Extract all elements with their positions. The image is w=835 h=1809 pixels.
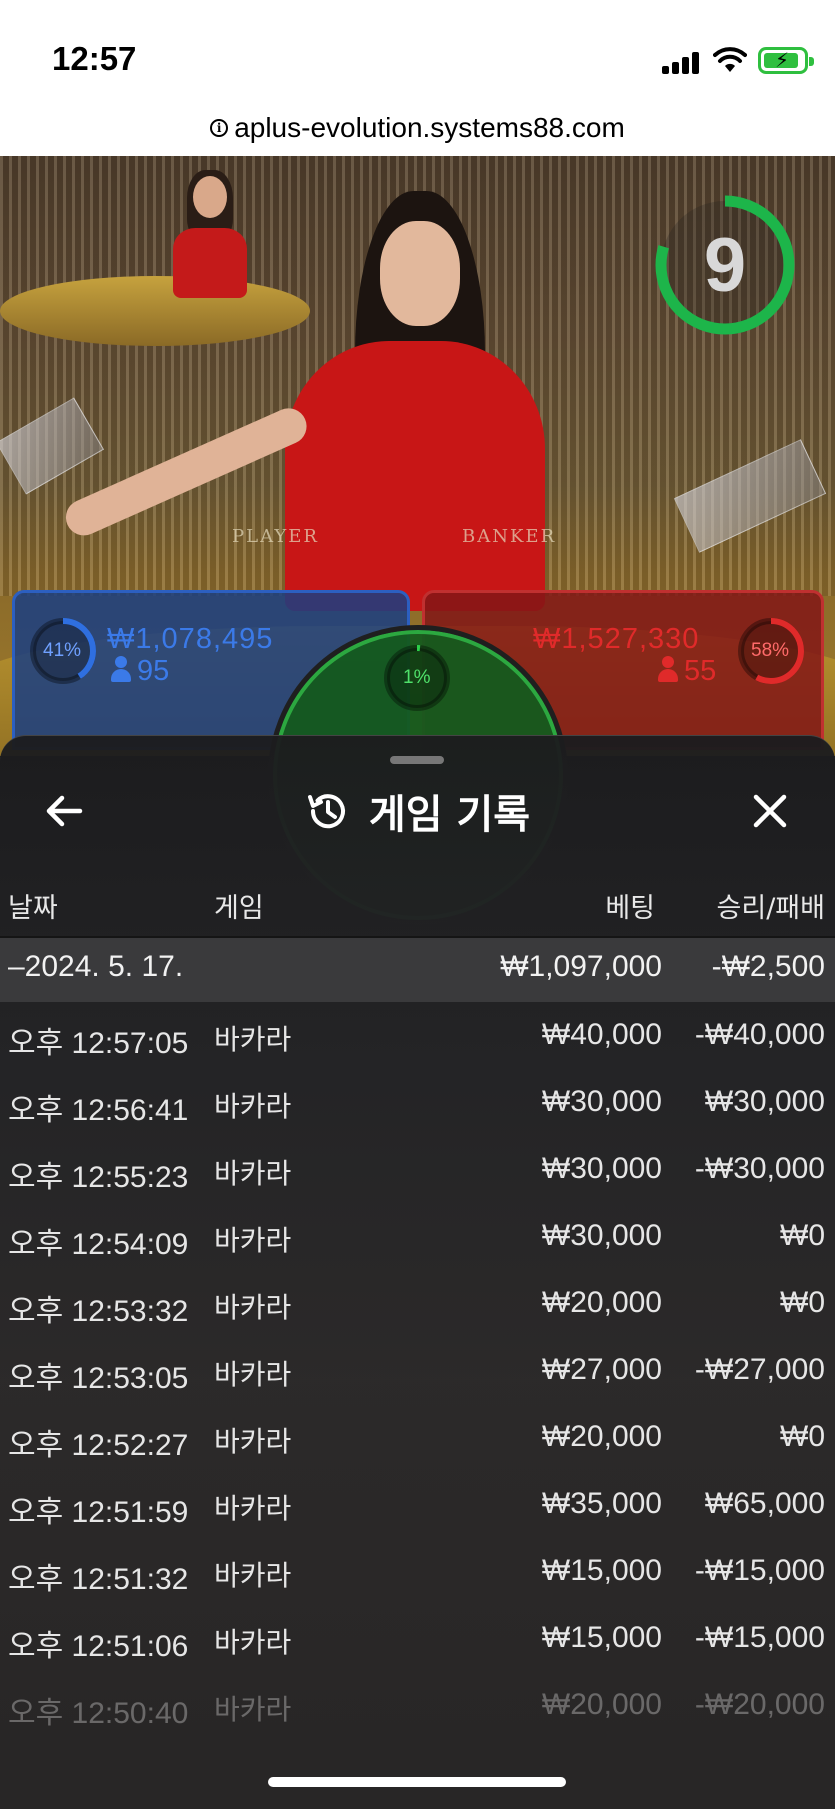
row-game: 바카라 xyxy=(214,1559,292,1592)
history-row[interactable]: 오후 12:55:23 바카라 ₩30,000 -₩30,000 xyxy=(0,1136,835,1203)
app-root: 12:57 ⚡ i aplus-evolution.systems88.com … xyxy=(0,0,835,1809)
column-header-result: 승리/패배 xyxy=(716,893,825,924)
timer-value: 9 xyxy=(703,222,747,308)
row-bet: ₩20,000 xyxy=(541,1286,662,1319)
dealer xyxy=(60,191,575,611)
player-count-value: 95 xyxy=(137,655,170,687)
row-time: 오후 12:56:41 xyxy=(8,1094,189,1127)
history-row[interactable]: 오후 12:51:32 바카라 ₩15,000 -₩15,000 xyxy=(0,1538,835,1605)
row-time: 오후 12:50:40 xyxy=(8,1697,189,1730)
history-row[interactable]: 오후 12:56:41 바카라 ₩30,000 ₩30,000 xyxy=(0,1069,835,1136)
panel-header: 게임 기록 xyxy=(0,776,835,846)
banker-percent: 58% xyxy=(751,640,790,661)
row-bet: ₩40,000 xyxy=(541,1018,662,1051)
game-history-panel: 게임 기록 날짜 게임 베팅 승리/패배 –2024. 5. 17. ₩1,09… xyxy=(0,735,835,1809)
history-row[interactable]: 오후 12:52:27 바카라 ₩20,000 ₩0 xyxy=(0,1404,835,1471)
background-dealer xyxy=(165,170,255,298)
column-header-bet: 베팅 xyxy=(605,893,655,924)
row-game: 바카라 xyxy=(214,1626,292,1659)
row-time: 오후 12:53:05 xyxy=(8,1362,189,1395)
cellular-signal-icon xyxy=(662,52,700,74)
row-time: 오후 12:53:32 xyxy=(8,1295,189,1328)
row-result: ₩65,000 xyxy=(704,1487,825,1520)
tie-percent: 1% xyxy=(403,667,431,688)
banker-count-value: 55 xyxy=(684,655,717,687)
banker-total-amount: ₩1,527,330 xyxy=(533,623,700,655)
row-game: 바카라 xyxy=(214,1492,292,1525)
status-bar: 12:57 ⚡ xyxy=(0,0,835,100)
history-icon xyxy=(307,794,345,829)
row-bet: ₩15,000 xyxy=(541,1554,662,1587)
wifi-icon xyxy=(713,47,747,72)
row-bet: ₩30,000 xyxy=(541,1219,662,1252)
row-result: -₩15,000 xyxy=(694,1554,825,1587)
row-bet: ₩20,000 xyxy=(541,1420,662,1453)
history-row[interactable]: 오후 12:51:06 바카라 ₩15,000 -₩15,000 xyxy=(0,1605,835,1672)
row-bet: ₩30,000 xyxy=(541,1085,662,1118)
row-result: -₩27,000 xyxy=(694,1353,825,1386)
row-game: 바카라 xyxy=(214,1693,292,1726)
row-result: -₩15,000 xyxy=(694,1621,825,1654)
row-game: 바카라 xyxy=(214,1425,292,1458)
table-label-player: PLAYER xyxy=(232,526,319,547)
row-bet: ₩20,000 xyxy=(541,1688,662,1721)
battery-charging-icon: ⚡ xyxy=(758,47,814,74)
panel-title: 게임 기록 xyxy=(368,792,531,838)
row-time: 오후 12:55:23 xyxy=(8,1161,189,1194)
row-result: ₩0 xyxy=(780,1420,825,1453)
row-time: 오후 12:51:59 xyxy=(8,1496,189,1529)
history-row[interactable]: 오후 12:50:40 바카라 ₩20,000 -₩20,000 xyxy=(0,1672,835,1739)
player-total-amount: ₩1,078,495 xyxy=(107,623,274,655)
row-result: -₩20,000 xyxy=(694,1688,825,1721)
row-time: 오후 12:51:32 xyxy=(8,1563,189,1596)
history-list: 오후 12:57:05 바카라 ₩40,000 -₩40,000 오후 12:5… xyxy=(0,1002,835,1739)
row-result: -₩40,000 xyxy=(694,1018,825,1051)
info-icon[interactable]: i xyxy=(210,119,229,137)
date-group-row[interactable]: –2024. 5. 17. ₩1,097,000 -₩2,500 xyxy=(0,938,835,1002)
column-header-game: 게임 xyxy=(214,893,264,924)
row-game: 바카라 xyxy=(214,1291,292,1324)
row-bet: ₩30,000 xyxy=(541,1152,662,1185)
row-result: ₩30,000 xyxy=(704,1085,825,1118)
countdown-timer: 9 xyxy=(650,190,800,340)
row-game: 바카라 xyxy=(214,1090,292,1123)
clock: 12:57 xyxy=(52,40,137,77)
date-group-bet-total: ₩1,097,000 xyxy=(500,950,662,983)
row-time: 오후 12:51:06 xyxy=(8,1630,189,1663)
row-game: 바카라 xyxy=(214,1224,292,1257)
row-result: -₩30,000 xyxy=(694,1152,825,1185)
banker-player-count: 55 xyxy=(658,655,716,688)
sheet-grabber[interactable] xyxy=(390,756,444,764)
history-row[interactable]: 오후 12:51:59 바카라 ₩35,000 ₩65,000 xyxy=(0,1471,835,1538)
row-game: 바카라 xyxy=(214,1023,292,1056)
row-bet: ₩35,000 xyxy=(541,1487,662,1520)
history-row[interactable]: 오후 12:53:05 바카라 ₩27,000 -₩27,000 xyxy=(0,1337,835,1404)
date-group-result-total: -₩2,500 xyxy=(711,950,825,983)
row-game: 바카라 xyxy=(214,1358,292,1391)
date-group-date: –2024. 5. 17. xyxy=(8,950,184,983)
row-result: ₩0 xyxy=(780,1219,825,1252)
history-row[interactable]: 오후 12:53:32 바카라 ₩20,000 ₩0 xyxy=(0,1270,835,1337)
home-indicator[interactable] xyxy=(268,1777,566,1787)
column-header-date: 날짜 xyxy=(8,893,58,924)
row-bet: ₩15,000 xyxy=(541,1621,662,1654)
row-time: 오후 12:57:05 xyxy=(8,1027,189,1060)
table-label-banker: BANKER xyxy=(462,526,557,547)
close-icon[interactable] xyxy=(745,786,795,836)
address-bar[interactable]: i aplus-evolution.systems88.com xyxy=(0,100,835,156)
person-icon xyxy=(658,656,678,682)
person-icon xyxy=(111,656,131,682)
row-time: 오후 12:52:27 xyxy=(8,1429,189,1462)
history-row[interactable]: 오후 12:57:05 바카라 ₩40,000 -₩40,000 xyxy=(0,1002,835,1069)
url-text[interactable]: aplus-evolution.systems88.com xyxy=(234,112,625,144)
row-game: 바카라 xyxy=(214,1157,292,1190)
row-result: ₩0 xyxy=(780,1286,825,1319)
history-row[interactable]: 오후 12:54:09 바카라 ₩30,000 ₩0 xyxy=(0,1203,835,1270)
player-percent: 41% xyxy=(43,640,82,661)
row-time: 오후 12:54:09 xyxy=(8,1228,189,1261)
row-bet: ₩27,000 xyxy=(541,1353,662,1386)
player-player-count: 95 xyxy=(111,655,169,688)
